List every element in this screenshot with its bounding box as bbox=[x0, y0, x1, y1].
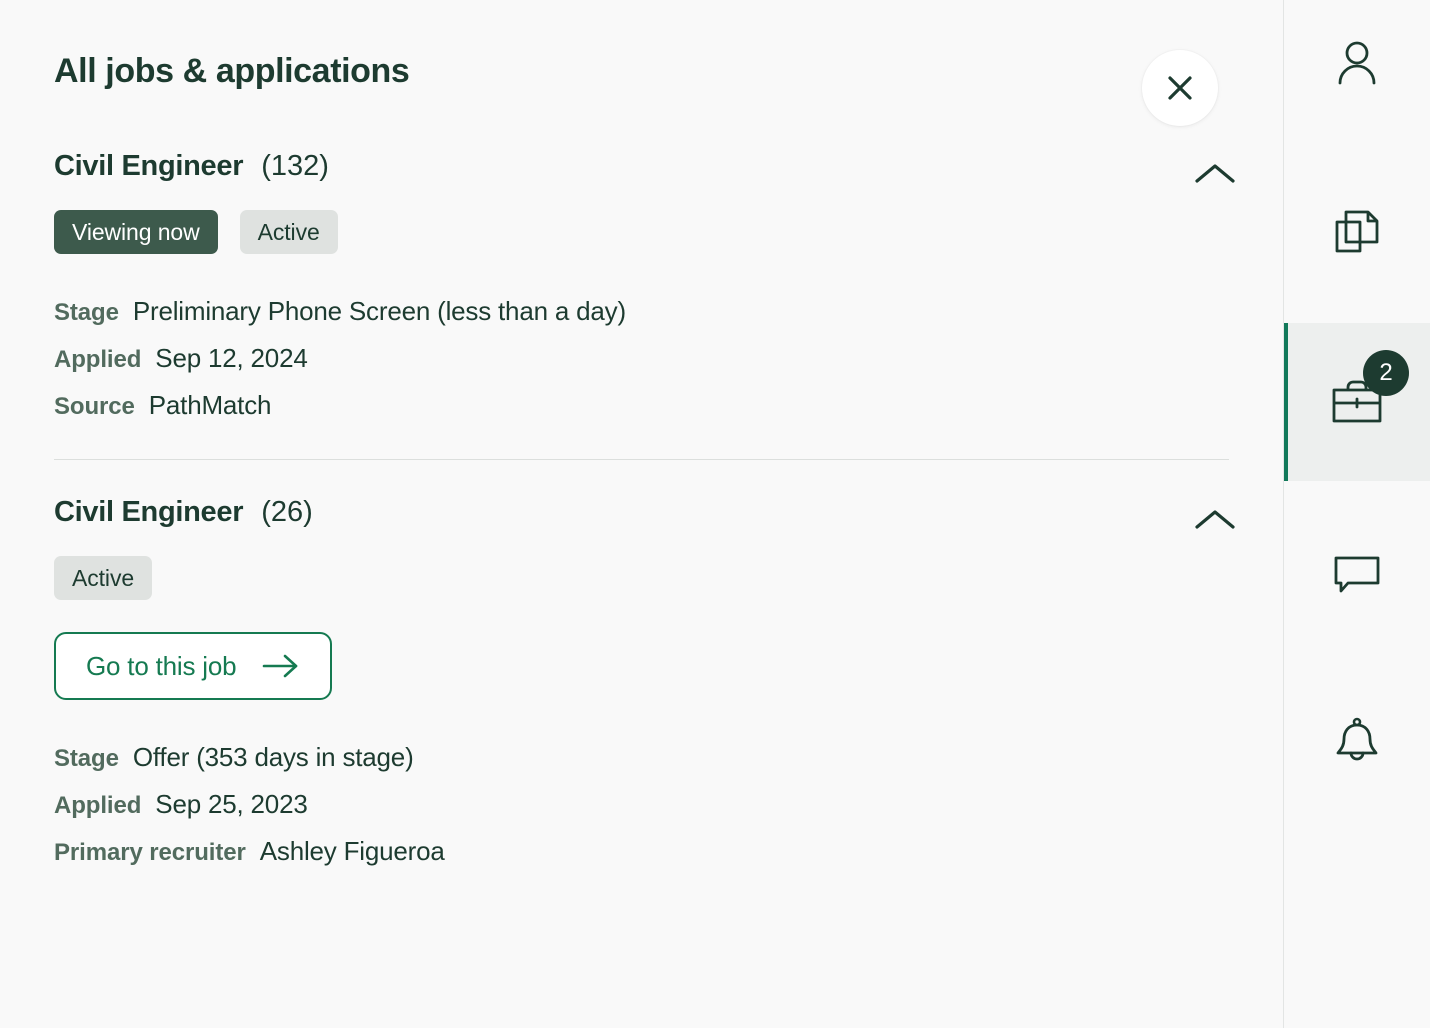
job-application-card: Civil Engineer (132) Viewing now Active … bbox=[0, 150, 1283, 421]
job-details: Stage Offer (353 days in stage) Applied … bbox=[54, 742, 1229, 867]
detail-label-primary-recruiter: Primary recruiter bbox=[54, 839, 246, 866]
detail-row: Applied Sep 25, 2023 bbox=[54, 789, 1229, 820]
collapse-job-button[interactable] bbox=[1185, 494, 1245, 546]
page-title: All jobs & applications bbox=[54, 52, 410, 90]
detail-value-stage: Preliminary Phone Screen (less than a da… bbox=[132, 296, 626, 326]
status-badge-active: Active bbox=[54, 556, 153, 600]
sidebar-item-notifications[interactable] bbox=[1284, 663, 1430, 821]
job-status-badges: Viewing now Active bbox=[54, 210, 1229, 254]
status-badge-active: Active bbox=[239, 210, 338, 254]
section-divider bbox=[54, 459, 1229, 460]
go-to-this-job-label: Go to this job bbox=[86, 650, 237, 681]
job-applicant-count: (132) bbox=[261, 150, 329, 182]
chevron-up-icon bbox=[1194, 507, 1236, 533]
job-heading-row: Civil Engineer (132) bbox=[54, 150, 1235, 194]
job-title: Civil Engineer bbox=[54, 150, 244, 182]
arrow-right-icon bbox=[262, 653, 300, 679]
detail-value-stage: Offer (353 days in stage) bbox=[132, 742, 414, 772]
job-title: Civil Engineer bbox=[54, 496, 244, 528]
jobs-count-badge: 2 bbox=[1363, 350, 1409, 396]
documents-icon bbox=[1330, 204, 1384, 258]
job-details: Stage Preliminary Phone Screen (less tha… bbox=[54, 296, 1229, 421]
detail-row: Stage Offer (353 days in stage) bbox=[54, 742, 1229, 773]
job-applicant-count: (26) bbox=[261, 496, 313, 528]
detail-label-source: Source bbox=[54, 393, 135, 420]
detail-label-applied: Applied bbox=[54, 792, 142, 819]
sidebar-item-profile[interactable] bbox=[1284, 0, 1430, 142]
collapse-job-button[interactable] bbox=[1185, 148, 1245, 200]
detail-row: Source PathMatch bbox=[54, 390, 1229, 421]
detail-value-applied: Sep 12, 2024 bbox=[155, 343, 308, 373]
detail-row: Applied Sep 12, 2024 bbox=[54, 343, 1229, 374]
briefcase-icon: 2 bbox=[1329, 350, 1409, 428]
panel-header: All jobs & applications bbox=[0, 0, 1283, 150]
app-screen: All jobs & applications Civil Engineer (… bbox=[0, 0, 1430, 1028]
close-panel-button[interactable] bbox=[1142, 50, 1218, 126]
go-to-this-job-button[interactable]: Go to this job bbox=[54, 632, 333, 700]
job-heading-row: Civil Engineer (26) bbox=[54, 496, 1235, 540]
bell-icon bbox=[1332, 715, 1382, 769]
detail-value-applied: Sep 25, 2023 bbox=[155, 789, 308, 819]
person-icon bbox=[1330, 36, 1384, 90]
right-sidebar: 2 bbox=[1283, 0, 1430, 1028]
job-application-card: Civil Engineer (26) Active Go to this jo… bbox=[0, 496, 1283, 867]
detail-label-stage: Stage bbox=[54, 299, 119, 326]
chat-bubble-icon bbox=[1330, 550, 1384, 598]
status-badge-viewing-now: Viewing now bbox=[54, 210, 218, 254]
detail-row: Primary recruiter Ashley Figueroa bbox=[54, 836, 1229, 867]
detail-row: Stage Preliminary Phone Screen (less tha… bbox=[54, 296, 1229, 327]
sidebar-item-messages[interactable] bbox=[1284, 495, 1430, 653]
job-status-badges: Active bbox=[54, 556, 1229, 600]
sidebar-item-documents[interactable] bbox=[1284, 152, 1430, 310]
detail-label-applied: Applied bbox=[54, 346, 142, 373]
close-icon bbox=[1163, 71, 1197, 105]
detail-value-primary-recruiter: Ashley Figueroa bbox=[259, 836, 445, 866]
detail-label-stage: Stage bbox=[54, 745, 119, 772]
chevron-up-icon bbox=[1194, 161, 1236, 187]
all-jobs-panel: All jobs & applications Civil Engineer (… bbox=[0, 0, 1283, 1028]
detail-value-source: PathMatch bbox=[148, 390, 272, 420]
sidebar-item-jobs[interactable]: 2 bbox=[1284, 323, 1430, 481]
